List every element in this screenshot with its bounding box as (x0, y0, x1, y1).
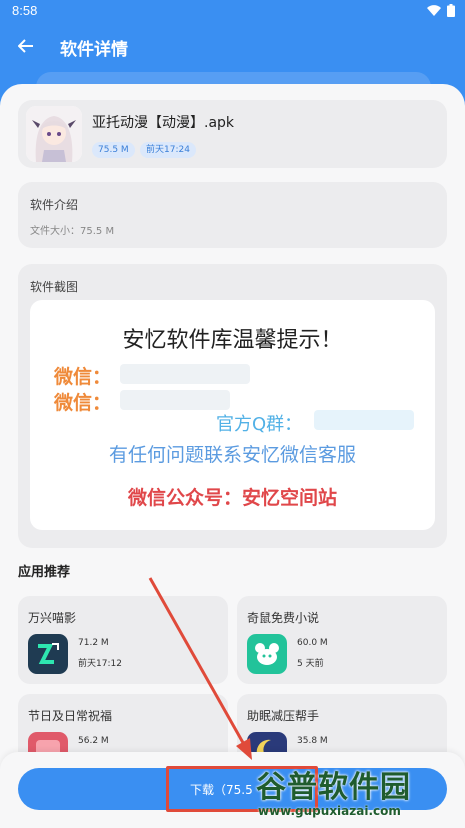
recommend-size: 60.0 M (297, 638, 328, 648)
recommend-item[interactable]: 奇鼠免费小说 60.0 M 5 天前 (237, 596, 447, 684)
status-icons (427, 4, 455, 17)
back-button[interactable] (12, 32, 40, 60)
recommend-name: 节日及日常祝福 (28, 709, 113, 723)
recommend-name: 奇鼠免费小说 (247, 611, 320, 625)
contact-tip: 有任何问题联系安忆微信客服 (108, 444, 356, 466)
recommend-name: 万兴喵影 (28, 611, 77, 625)
screenshot-image[interactable]: 安忆软件库温馨提示！ 微信： 微信： 官方Q群： 有任何问题联系安忆微信客服 微… (30, 300, 435, 530)
page-title: 软件详情 (60, 40, 128, 60)
recommend-item[interactable]: 万兴喵影 71.2 M 前天17:12 (18, 596, 228, 684)
app-info-card: 亚托动漫【动漫】.apk 75.5 M 前天17:24 (18, 100, 447, 168)
watermark-brand: 谷普软件园 (256, 770, 411, 805)
notice-heading: 安忆软件库温馨提示！ (122, 328, 343, 353)
film-editor-icon (28, 634, 68, 674)
watermark-url: www.gupuxiazai.com (258, 804, 401, 818)
anime-avatar-icon (26, 106, 82, 162)
redacted-block (120, 390, 230, 410)
qq-group-text: 官方Q群： (216, 414, 303, 435)
size-badge: 75.5 M (92, 142, 135, 158)
wechat-line-1: 微信： (54, 366, 112, 388)
status-time: 8:58 (12, 3, 38, 18)
status-bar: 8:58 (0, 0, 465, 22)
app-icon (26, 106, 82, 162)
recommend-size: 56.2 M (78, 736, 109, 746)
arrow-left-icon (18, 39, 33, 53)
redacted-block (314, 410, 414, 430)
battery-icon (447, 4, 455, 17)
recommend-size: 35.8 M (297, 736, 328, 746)
screenshot-label: 软件截图 (30, 280, 79, 294)
wifi-icon (427, 5, 441, 16)
file-size-text: 文件大小：75.5 M (30, 226, 115, 237)
public-account-text: 微信公众号：安忆空间站 (127, 487, 337, 509)
watermark: 谷普软件园 www.gupuxiazai.com (256, 762, 460, 824)
mouse-book-icon (247, 634, 287, 674)
screenshot-card: 软件截图 安忆软件库温馨提示！ 微信： 微信： 官方Q群： 有任何问题联系安忆微… (18, 264, 447, 548)
time-badge: 前天17:24 (140, 142, 196, 158)
recommend-time: 5 天前 (297, 659, 324, 669)
app-name: 亚托动漫【动漫】.apk (92, 115, 235, 131)
wechat-line-2: 微信： (54, 392, 112, 414)
recommend-name: 助眠减压帮手 (247, 709, 320, 723)
app-bar: 软件详情 (0, 22, 465, 72)
recommend-size: 71.2 M (78, 638, 109, 648)
intro-card: 软件介绍 文件大小：75.5 M (18, 182, 447, 248)
recommend-time: 前天17:12 (78, 659, 122, 669)
redacted-block (120, 364, 250, 384)
recommend-title: 应用推荐 (18, 565, 71, 580)
intro-label: 软件介绍 (30, 198, 79, 212)
